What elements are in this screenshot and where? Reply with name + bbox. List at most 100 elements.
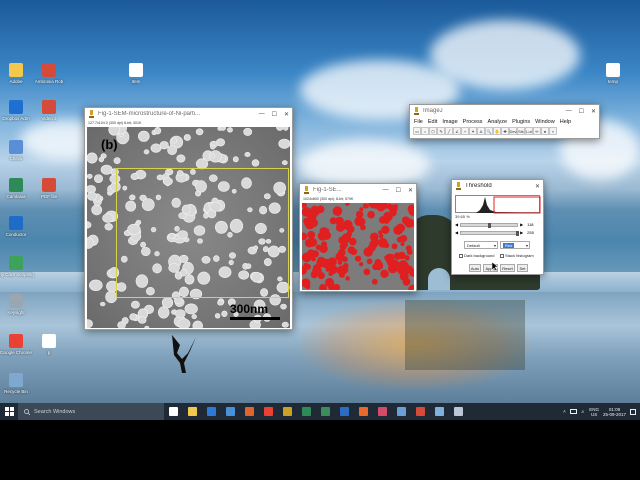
taskbar-chrome-button[interactable] — [259, 403, 278, 420]
notifications-icon[interactable] — [630, 408, 636, 415]
close-icon[interactable]: ✕ — [284, 111, 289, 118]
threshold-image-window[interactable]: Fig-1-SE... — ☐ ✕ 1024x800 (300 dpi); 8-… — [299, 183, 417, 292]
taskbar-imagej-button[interactable] — [278, 403, 297, 420]
line-tool-icon[interactable]: ╱ — [445, 127, 453, 135]
maximize-icon[interactable]: ☐ — [396, 187, 401, 194]
slider-thumb[interactable] — [516, 230, 520, 236]
clock[interactable]: 01:09 25-09-2017 — [603, 407, 626, 417]
minimize-icon[interactable]: — — [566, 108, 572, 115]
threshold-particle — [358, 262, 364, 267]
menu-item-plugins[interactable]: Plugins — [512, 119, 530, 125]
taskbar-pdf-app-button[interactable] — [411, 403, 430, 420]
taskbar-file-explorer-button[interactable] — [183, 403, 202, 420]
freehand-tool-icon[interactable]: ✎ — [437, 127, 445, 135]
taskbar-acrobat-button[interactable] — [240, 403, 259, 420]
start-button[interactable] — [0, 403, 18, 420]
point-tool-icon[interactable]: + — [461, 127, 469, 135]
dark-background-checkbox[interactable]: Dark background — [459, 253, 494, 258]
taskbar-app-red-button[interactable] — [373, 403, 392, 420]
lut-tool-icon[interactable]: Lut — [525, 127, 533, 135]
rectangle-tool-icon[interactable]: ▭ — [413, 127, 421, 135]
taskbar-photos-button[interactable] — [392, 403, 411, 420]
maximize-icon[interactable]: ☐ — [579, 108, 584, 115]
minimize-icon[interactable]: — — [383, 187, 389, 194]
checkbox-box[interactable] — [500, 253, 504, 258]
threshold-dialog[interactable]: Threshold ✕ 39.65 % ◀ ▶ 118 ◀ ▶ 255 Defa… — [451, 179, 544, 275]
volume-icon[interactable]: ♬ — [581, 409, 586, 414]
stack-histogram-checkbox[interactable]: Stack histogram — [500, 253, 534, 258]
stk-tool-icon[interactable]: Stk — [517, 127, 525, 135]
set-button[interactable]: Set — [517, 264, 528, 272]
taskbar-firefox-button[interactable] — [354, 403, 373, 420]
taskbar-app-window-button[interactable] — [449, 403, 468, 420]
taskbar-word-button[interactable] — [335, 403, 354, 420]
desktop-icon[interactable]: Video 2 — [30, 100, 68, 121]
min-threshold-slider[interactable] — [460, 222, 519, 228]
taskbar-camtasia-button[interactable] — [316, 403, 335, 420]
brush-tool-icon[interactable]: ● — [541, 127, 549, 135]
minimize-icon[interactable]: — — [259, 111, 265, 118]
close-icon[interactable]: ✕ — [408, 187, 413, 194]
slider-right-arrow-icon[interactable]: ▶ — [520, 230, 523, 235]
max-threshold-slider[interactable] — [460, 230, 520, 236]
pencil-tool-icon[interactable]: ✏ — [533, 127, 541, 135]
menu-item-analyze[interactable]: Analyze — [488, 119, 508, 125]
scroll-tool-icon[interactable]: ✋ — [493, 127, 501, 135]
network-icon[interactable] — [569, 409, 577, 414]
mode-select[interactable]: Red ▾ — [500, 241, 530, 249]
rectangle-roi[interactable] — [116, 168, 289, 298]
slider-left-arrow-icon[interactable]: ◀ — [455, 230, 458, 235]
desktop-icon[interactable]: Check — [0, 140, 35, 161]
close-icon[interactable]: ✕ — [535, 183, 540, 190]
slider-right-arrow-icon[interactable]: ▶ — [520, 222, 523, 227]
reset-button[interactable]: Reset — [500, 264, 515, 272]
imagej-main-window[interactable]: ImageJ — ☐ ✕ File Edit Image Process Analyze… — [409, 104, 600, 139]
magnifier-tool-icon[interactable]: 🔍 — [485, 127, 493, 135]
dev-tool-icon[interactable]: Dev — [509, 127, 517, 135]
desktop-icon[interactable]: Item — [117, 63, 155, 84]
menu-item-edit[interactable]: Edit — [428, 119, 437, 125]
checkbox-box[interactable] — [459, 253, 463, 258]
taskbar-excel-button[interactable] — [297, 403, 316, 420]
sem-image-canvas[interactable]: (b) 300nm — [87, 127, 290, 328]
taskbar-search-box[interactable]: Search Windows — [18, 403, 164, 420]
desktop-icon[interactable]: temp — [594, 63, 632, 84]
threshold-dialog-titlebar[interactable]: Threshold ✕ — [452, 180, 543, 192]
desktop-icon[interactable]: Keysight — [0, 294, 35, 315]
angle-tool-icon[interactable]: ∠ — [453, 127, 461, 135]
method-select[interactable]: Default ▾ — [464, 241, 498, 249]
more-tools-icon[interactable]: » — [549, 127, 557, 135]
slider-thumb[interactable] — [488, 222, 492, 228]
slider-left-arrow-icon[interactable]: ◀ — [455, 222, 458, 227]
taskbar-notepad-button[interactable] — [430, 403, 449, 420]
desktop-icon[interactable]: Recycle Bin — [0, 373, 35, 394]
oval-tool-icon[interactable]: ○ — [421, 127, 429, 135]
desktop-icon[interactable]: PDF file — [30, 178, 68, 199]
auto-button[interactable]: Auto — [469, 264, 481, 272]
taskbar-task-view-button[interactable] — [164, 403, 183, 420]
text-tool-icon[interactable]: A — [477, 127, 485, 135]
menu-item-process[interactable]: Process — [463, 119, 483, 125]
menu-item-help[interactable]: Help — [560, 119, 571, 125]
desktop-icon[interactable]: Ambrosia Rob — [30, 63, 68, 84]
desktop-icon[interactable]: Conductor — [0, 216, 35, 237]
close-icon[interactable]: ✕ — [591, 108, 596, 115]
threshold-image-canvas[interactable] — [302, 203, 414, 290]
chevron-up-icon[interactable]: ˄ — [563, 409, 566, 414]
threshold-image-titlebar[interactable]: Fig-1-SE... — ☐ ✕ — [300, 184, 416, 196]
menu-item-window[interactable]: Window — [535, 119, 555, 125]
maximize-icon[interactable]: ☐ — [272, 111, 277, 118]
taskbar-store-button[interactable] — [221, 403, 240, 420]
desktop-icon[interactable]: Fiji Core Scripting — [0, 256, 35, 277]
sem-image-window[interactable]: Fig-1-SEM-microstructure-of-Ni-parti... … — [84, 107, 293, 330]
color-picker-tool-icon[interactable]: ✚ — [501, 127, 509, 135]
taskbar-edge-button[interactable] — [202, 403, 221, 420]
desktop-icon[interactable]: p — [30, 334, 68, 355]
wand-tool-icon[interactable]: ✦ — [469, 127, 477, 135]
menu-item-file[interactable]: File — [414, 119, 423, 125]
sem-window-titlebar[interactable]: Fig-1-SEM-microstructure-of-Ni-parti... … — [85, 108, 292, 120]
language-indicator[interactable]: ENG US — [589, 407, 599, 417]
polygon-tool-icon[interactable]: ⬠ — [429, 127, 437, 135]
imagej-titlebar[interactable]: ImageJ — ☐ ✕ — [410, 105, 599, 117]
menu-item-image[interactable]: Image — [442, 119, 457, 125]
